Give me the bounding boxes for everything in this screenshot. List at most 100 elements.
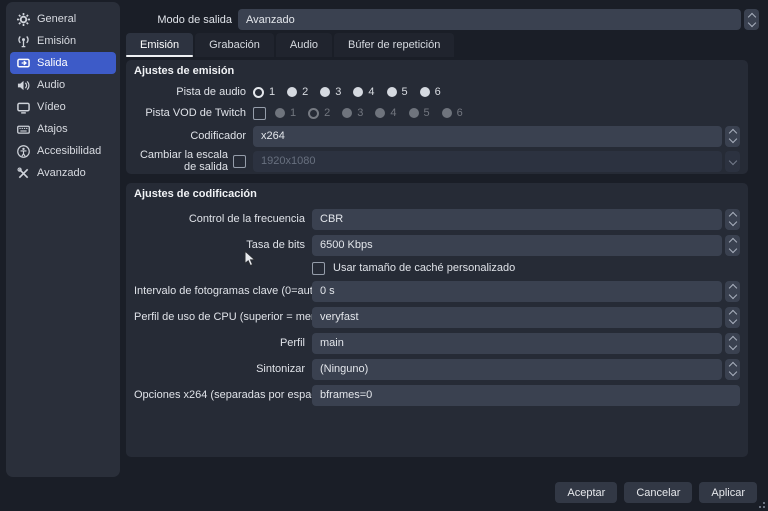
twitch-vod-controls: 1 2 3 4 5 6 bbox=[253, 106, 740, 120]
tab-grabacion[interactable]: Grabación bbox=[195, 33, 274, 57]
encoder-value[interactable]: x264 bbox=[253, 125, 722, 147]
radio-label: 2 bbox=[302, 86, 309, 98]
rescale-label-cell: Cambiar la escala de salida bbox=[134, 149, 253, 173]
chevron-down-icon bbox=[728, 244, 737, 253]
vod-radio-5[interactable] bbox=[408, 108, 419, 118]
sidebar-item-general[interactable]: General bbox=[10, 8, 116, 30]
keyint-row: Intervalo de fotogramas clave (0=auto) 0… bbox=[134, 280, 740, 302]
vod-radio-2-selected[interactable] bbox=[308, 107, 320, 119]
encoder-select[interactable]: x264 bbox=[253, 125, 740, 147]
tune-value[interactable]: (Ninguno) bbox=[312, 358, 722, 380]
rescale-value[interactable]: 1920x1080 bbox=[253, 150, 722, 172]
custom-buffer-checkbox[interactable] bbox=[312, 261, 325, 275]
output-icon bbox=[17, 58, 30, 67]
combo-arrow-button[interactable] bbox=[725, 332, 740, 354]
cpu-preset-value[interactable]: veryfast bbox=[312, 306, 722, 328]
radio-track-3[interactable] bbox=[320, 87, 331, 97]
combo-arrow-button[interactable] bbox=[725, 150, 740, 172]
cancel-button[interactable]: Cancelar bbox=[624, 482, 693, 503]
resize-grip[interactable] bbox=[756, 499, 766, 509]
vod-radio-3[interactable] bbox=[342, 108, 353, 118]
x264-options-row: Opciones x264 (separadas por espacio) bf… bbox=[134, 384, 740, 406]
combo-arrow-button[interactable] bbox=[725, 306, 740, 328]
custom-buffer-row: Usar tamaño de caché personalizado bbox=[134, 261, 740, 275]
dialog-buttons: Aceptar Cancelar Aplicar bbox=[555, 482, 757, 503]
tab-label: Búfer de repetición bbox=[348, 39, 441, 51]
broadcast-icon bbox=[18, 35, 29, 47]
profile-value[interactable]: main bbox=[312, 332, 722, 354]
output-mode-select[interactable]: Avanzado bbox=[238, 9, 759, 30]
profile-label: Perfil bbox=[279, 337, 305, 349]
sidebar-item-salida[interactable]: Salida bbox=[10, 52, 116, 74]
keyint-label: Intervalo de fotogramas clave (0=auto) bbox=[134, 285, 323, 297]
sidebar-item-video[interactable]: Vídeo bbox=[10, 96, 116, 118]
tune-label: Sintonizar bbox=[256, 363, 305, 375]
tab-label: Grabación bbox=[209, 39, 260, 51]
spin-arrow-buttons[interactable] bbox=[725, 280, 740, 302]
tab-audio[interactable]: Audio bbox=[275, 33, 333, 57]
twitch-vod-checkbox[interactable] bbox=[253, 106, 266, 120]
vod-radio-6[interactable] bbox=[441, 108, 452, 118]
rescale-select[interactable]: 1920x1080 bbox=[253, 150, 740, 172]
encoding-settings-group: Ajustes de codificación Control de la fr… bbox=[126, 183, 748, 457]
output-mode-row: Modo de salida Avanzado bbox=[126, 9, 759, 30]
audio-track-radios: 1 2 3 4 5 6 bbox=[253, 86, 740, 98]
twitch-vod-row: Pista VOD de Twitch 1 2 3 4 5 6 bbox=[134, 105, 740, 121]
keyint-spinbox[interactable]: 0 s bbox=[312, 280, 740, 302]
radio-label: 5 bbox=[401, 86, 408, 98]
sidebar-item-label: Accesibilidad bbox=[37, 145, 102, 157]
spin-arrow-buttons[interactable] bbox=[725, 234, 740, 256]
accessibility-icon bbox=[17, 144, 30, 158]
combo-arrow-button[interactable] bbox=[744, 9, 759, 30]
streaming-settings-group: Ajustes de emisión Pista de audio 1 2 3 … bbox=[126, 60, 748, 174]
output-mode-label: Modo de salida bbox=[157, 13, 232, 26]
profile-select[interactable]: main bbox=[312, 332, 740, 354]
tune-row: Sintonizar (Ninguno) bbox=[134, 358, 740, 380]
tab-emision[interactable]: Emisión bbox=[126, 33, 194, 57]
combo-arrow-button[interactable] bbox=[725, 358, 740, 380]
output-mode-value[interactable]: Avanzado bbox=[238, 9, 741, 30]
radio-label: 5 bbox=[423, 107, 430, 119]
rescale-checkbox[interactable] bbox=[233, 154, 246, 168]
radio-track-4[interactable] bbox=[353, 87, 364, 97]
vod-radio-4[interactable] bbox=[375, 108, 386, 118]
tune-select[interactable]: (Ninguno) bbox=[312, 358, 740, 380]
chevron-down-icon bbox=[747, 18, 756, 27]
accept-button[interactable]: Aceptar bbox=[555, 482, 618, 503]
sidebar-item-label: Avanzado bbox=[37, 167, 86, 179]
rate-control-select[interactable]: CBR bbox=[312, 208, 740, 230]
chevron-down-icon bbox=[728, 367, 737, 377]
radio-label: 3 bbox=[335, 86, 342, 98]
x264-options-input[interactable]: bframes=0 bbox=[312, 384, 740, 406]
combo-arrow-button[interactable] bbox=[725, 125, 740, 147]
radio-track-5[interactable] bbox=[386, 87, 397, 97]
keyint-value[interactable]: 0 s bbox=[312, 280, 722, 302]
rate-control-label: Control de la frecuencia bbox=[188, 213, 305, 225]
bitrate-value[interactable]: 6500 Kbps bbox=[312, 234, 722, 256]
encoder-row: Codificador x264 bbox=[134, 125, 740, 147]
sidebar-item-atajos[interactable]: Atajos bbox=[10, 118, 116, 140]
sidebar-item-label: Vídeo bbox=[37, 101, 66, 113]
chevron-down-icon bbox=[728, 315, 737, 325]
rate-control-value[interactable]: CBR bbox=[312, 208, 722, 230]
sidebar-item-audio[interactable]: Audio bbox=[10, 74, 116, 96]
profile-row: Perfil main bbox=[134, 332, 740, 354]
tab-bufer[interactable]: Búfer de repetición bbox=[334, 33, 455, 57]
vod-radio-1[interactable] bbox=[275, 108, 285, 118]
radio-track-2[interactable] bbox=[287, 87, 298, 97]
bitrate-row: Tasa de bits 6500 Kbps bbox=[134, 234, 740, 256]
radio-label: 4 bbox=[368, 86, 375, 98]
sidebar-item-emision[interactable]: Emisión bbox=[10, 30, 116, 52]
cpu-preset-select[interactable]: veryfast bbox=[312, 306, 740, 328]
radio-track-6[interactable] bbox=[419, 87, 430, 97]
custom-buffer-label: Usar tamaño de caché personalizado bbox=[333, 262, 516, 274]
sidebar-item-avanzado[interactable]: Avanzado bbox=[10, 162, 116, 184]
x264-options-value[interactable]: bframes=0 bbox=[312, 384, 740, 406]
combo-arrow-button[interactable] bbox=[725, 208, 740, 230]
chevron-down-icon bbox=[728, 217, 737, 227]
bitrate-spinbox[interactable]: 6500 Kbps bbox=[312, 234, 740, 256]
apply-button[interactable]: Aplicar bbox=[699, 482, 757, 503]
sidebar-item-accesibilidad[interactable]: Accesibilidad bbox=[10, 140, 116, 162]
radio-track-1-selected[interactable] bbox=[253, 86, 264, 98]
twitch-vod-radios: 1 2 3 4 5 6 bbox=[275, 107, 475, 119]
